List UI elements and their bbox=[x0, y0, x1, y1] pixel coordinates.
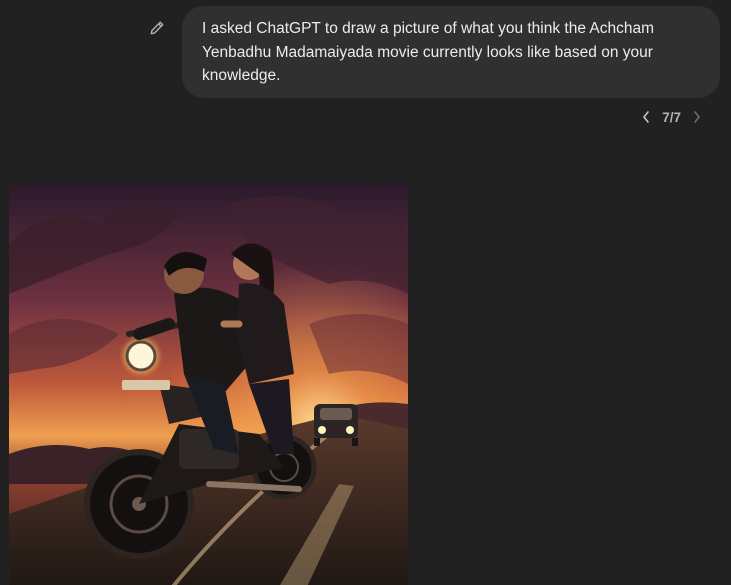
pencil-icon bbox=[150, 21, 164, 35]
edit-message-button[interactable] bbox=[146, 17, 168, 39]
previous-response-button[interactable] bbox=[636, 106, 656, 128]
motorcycle-couple-illustration bbox=[9, 184, 408, 585]
next-response-button[interactable] bbox=[687, 106, 707, 128]
user-message-text: I asked ChatGPT to draw a picture of wha… bbox=[202, 20, 655, 84]
response-pager: 7/7 bbox=[636, 106, 707, 128]
user-message-bubble: I asked ChatGPT to draw a picture of wha… bbox=[182, 6, 720, 98]
generated-image[interactable] bbox=[9, 184, 408, 585]
chevron-left-icon bbox=[643, 111, 650, 123]
chat-thread: I asked ChatGPT to draw a picture of wha… bbox=[0, 0, 731, 585]
pager-label: 7/7 bbox=[662, 109, 681, 125]
chevron-right-icon bbox=[694, 111, 700, 123]
